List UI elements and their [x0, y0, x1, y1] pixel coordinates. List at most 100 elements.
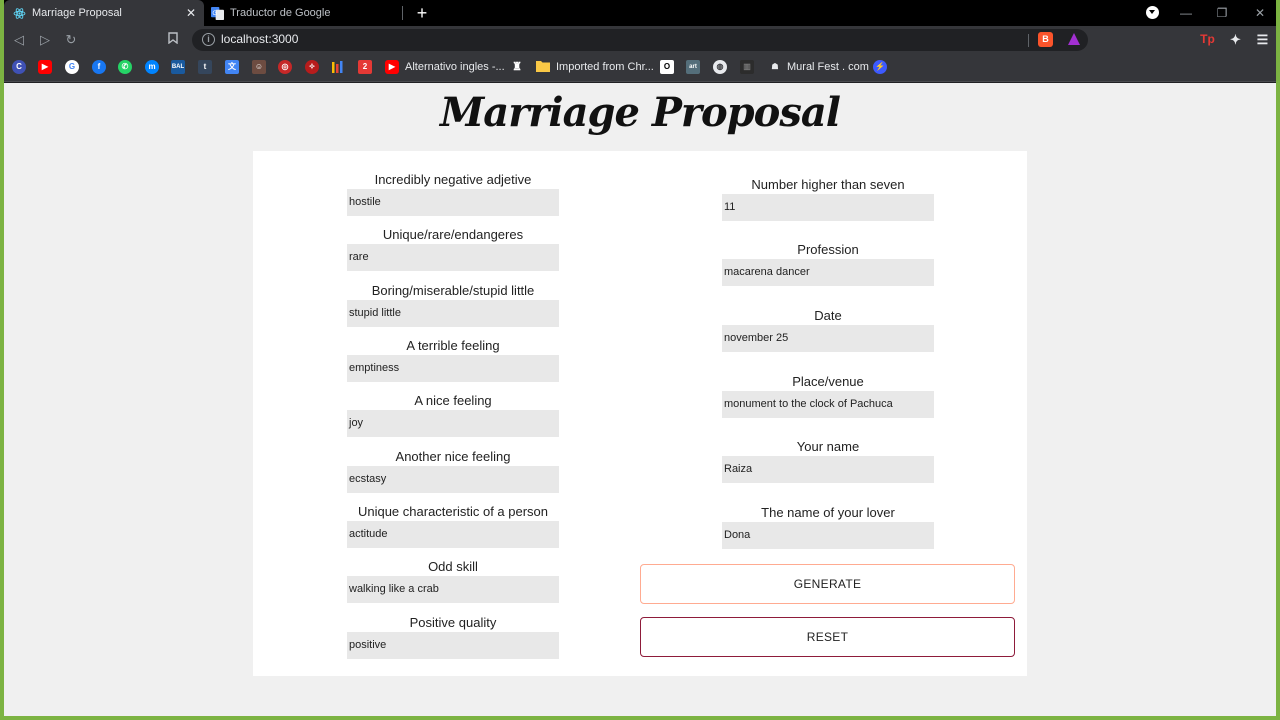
field-negative-adjective: Incredibly negative adjetive hostile: [347, 171, 559, 216]
your-name-input[interactable]: Raiza: [722, 456, 934, 483]
unique-rare-input[interactable]: rare: [347, 244, 559, 271]
bookmark-label[interactable]: Alternativo ingles -...: [405, 61, 505, 73]
boring-little-input[interactable]: stupid little: [347, 300, 559, 327]
field-terrible-feeling: A terrible feeling emptiness: [347, 337, 559, 382]
form-card: Incredibly negative adjetive hostile Uni…: [253, 151, 1027, 676]
address-bar[interactable]: i localhost:3000 B: [192, 29, 1088, 51]
svg-text:G: G: [212, 9, 217, 16]
messenger-icon[interactable]: m: [145, 60, 159, 74]
field-label: Your name: [796, 439, 860, 454]
bal-icon[interactable]: BAL: [171, 60, 185, 74]
site-info-icon[interactable]: i: [202, 33, 215, 46]
field-label: A terrible feeling: [406, 338, 500, 353]
field-label: Boring/miserable/stupid little: [371, 283, 535, 298]
bookmark-label[interactable]: Mural Fest . com: [787, 61, 869, 73]
folder-icon[interactable]: [536, 60, 550, 74]
field-label: Another nice feeling: [395, 449, 511, 464]
field-your-name: Your name Raiza: [722, 438, 934, 483]
field-lover-name: The name of your lover Dona: [722, 504, 934, 549]
omnibox-divider: [1028, 34, 1029, 47]
field-number: Number higher than seven 11: [722, 176, 934, 221]
google-icon[interactable]: G: [65, 60, 79, 74]
brave-shield-icon[interactable]: B: [1038, 32, 1053, 47]
bolt-icon[interactable]: ⚡: [873, 60, 887, 74]
tab-close-icon[interactable]: ✕: [184, 6, 198, 20]
field-date: Date november 25: [722, 307, 934, 352]
field-label: The name of your lover: [761, 505, 895, 520]
another-nice-feeling-input[interactable]: ecstasy: [347, 466, 559, 493]
menu-icon[interactable]: ☰: [1255, 32, 1270, 47]
avatar-bookmark-icon[interactable]: ☺: [252, 60, 266, 74]
tab-google-translate[interactable]: G Traductor de Google: [204, 0, 404, 26]
field-odd-skill: Odd skill walking like a crab: [347, 558, 559, 603]
field-label: Positive quality: [409, 615, 497, 630]
close-window-icon[interactable]: ✕: [1250, 4, 1270, 22]
reload-icon[interactable]: ↻: [62, 31, 80, 49]
terrible-feeling-input[interactable]: emptiness: [347, 355, 559, 382]
field-label: Date: [814, 308, 842, 323]
castle-icon[interactable]: ♜: [510, 60, 524, 74]
tab-marriage-proposal[interactable]: Marriage Proposal ✕: [4, 0, 204, 26]
google-translate-icon: G: [210, 6, 224, 20]
calendar-icon[interactable]: 2: [358, 60, 372, 74]
bookmark-icon[interactable]: [164, 31, 182, 49]
field-label: Unique characteristic of a person: [357, 504, 549, 519]
maximize-icon[interactable]: ❐: [1212, 4, 1232, 22]
unique-characteristic-input[interactable]: actitude: [347, 521, 559, 548]
tab-search-icon[interactable]: [1146, 6, 1159, 19]
brave-rewards-icon[interactable]: [1066, 32, 1081, 47]
tab-divider: [402, 6, 403, 20]
extensions-puzzle-icon[interactable]: ✦: [1228, 32, 1243, 47]
lover-name-input[interactable]: Dona: [722, 522, 934, 549]
nice-feeling-input[interactable]: joy: [347, 410, 559, 437]
field-another-nice-feeling: Another nice feeling ecstasy: [347, 448, 559, 493]
field-label: Profession: [797, 242, 859, 257]
field-profession: Profession macarena dancer: [722, 241, 934, 286]
field-label: Unique/rare/endangeres: [382, 227, 524, 242]
globe-icon[interactable]: ◍: [713, 60, 727, 74]
field-label: Place/venue: [792, 374, 864, 389]
profession-input[interactable]: macarena dancer: [722, 259, 934, 286]
negative-adjective-input[interactable]: hostile: [347, 189, 559, 216]
bookmark-c-icon[interactable]: C: [12, 60, 26, 74]
back-icon[interactable]: ◁: [10, 31, 28, 49]
translate-icon[interactable]: 文: [225, 60, 239, 74]
positive-quality-input[interactable]: positive: [347, 632, 559, 659]
youtube-icon[interactable]: ▶: [38, 60, 52, 74]
minimize-icon[interactable]: —: [1176, 4, 1196, 22]
grid-icon[interactable]: ▥: [740, 60, 754, 74]
compass-icon[interactable]: ✧: [305, 60, 319, 74]
field-place: Place/venue monument to the clock of Pac…: [722, 373, 934, 418]
reset-button[interactable]: RESET: [640, 617, 1015, 657]
field-positive-quality: Positive quality positive: [347, 614, 559, 659]
mural-icon[interactable]: ☗: [768, 60, 782, 74]
facebook-icon[interactable]: f: [92, 60, 106, 74]
url-text: localhost:3000: [221, 32, 299, 46]
tumblr-icon[interactable]: t: [198, 60, 212, 74]
tab-title: Traductor de Google: [230, 7, 331, 19]
odd-skill-input[interactable]: walking like a crab: [347, 576, 559, 603]
op-icon[interactable]: O: [660, 60, 674, 74]
art-icon[interactable]: art: [686, 60, 700, 74]
field-label: Odd skill: [428, 559, 478, 574]
target-icon[interactable]: ◎: [278, 60, 292, 74]
field-label: Number higher than seven: [751, 177, 905, 192]
bookmarks-bar: C ▶ G f ✆ m BAL t 文 ☺ ◎ ✧ 2 ▶ Alternativ…: [4, 54, 1276, 82]
number-input[interactable]: 11: [722, 194, 934, 221]
bars-chart-icon[interactable]: [331, 60, 345, 74]
youtube-icon[interactable]: ▶: [385, 60, 399, 74]
whatsapp-icon[interactable]: ✆: [118, 60, 132, 74]
date-input[interactable]: november 25: [722, 325, 934, 352]
field-boring-little: Boring/miserable/stupid little stupid li…: [347, 282, 559, 327]
bookmark-label[interactable]: Imported from Chr...: [556, 61, 654, 73]
page-title: Marriage Proposal: [440, 89, 841, 136]
field-label: A nice feeling: [414, 393, 492, 408]
new-tab-icon[interactable]: +: [412, 3, 432, 23]
forward-icon[interactable]: ▷: [36, 31, 54, 49]
field-unique-rare: Unique/rare/endangeres rare: [347, 226, 559, 271]
place-input[interactable]: monument to the clock of Pachuca: [722, 391, 934, 418]
generate-button[interactable]: GENERATE: [640, 564, 1015, 604]
tp-extension-icon[interactable]: Tp: [1200, 32, 1215, 47]
page: Marriage Proposal Incredibly negative ad…: [4, 83, 1276, 716]
tab-strip: Marriage Proposal ✕ G Traductor de Googl…: [4, 0, 1276, 26]
